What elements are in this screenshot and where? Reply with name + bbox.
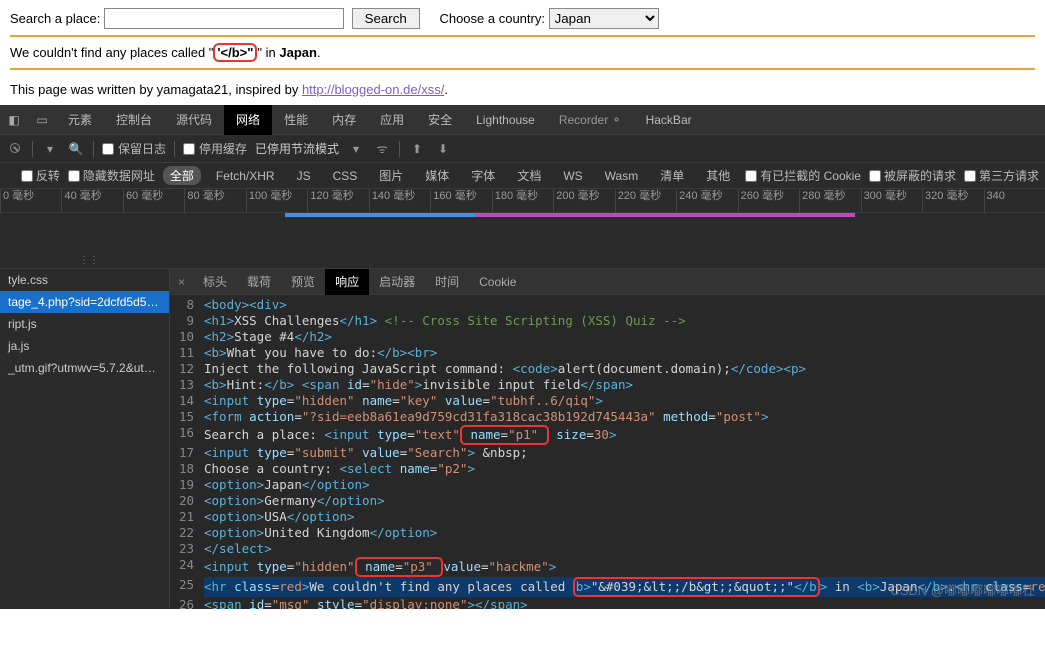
filter-invert[interactable]: 反转 bbox=[21, 167, 60, 184]
response-tab-1[interactable]: 载荷 bbox=[237, 269, 281, 295]
devtools-tab-4[interactable]: 性能 bbox=[272, 105, 320, 135]
timeline-tick: 220 毫秒 bbox=[615, 189, 676, 212]
response-tab-4[interactable]: 启动器 bbox=[369, 269, 425, 295]
filter-type-5[interactable]: 字体 bbox=[464, 166, 502, 185]
response-tab-2[interactable]: 预览 bbox=[281, 269, 325, 295]
devtools-tab-8[interactable]: Lighthouse bbox=[464, 105, 547, 135]
search-label: Search a place: bbox=[10, 11, 100, 26]
close-icon[interactable]: × bbox=[170, 275, 193, 289]
devtools-tab-9[interactable]: Recorder ⚬ bbox=[547, 105, 634, 135]
devtools-tab-3[interactable]: 网络 bbox=[224, 105, 272, 135]
filter-type-7[interactable]: WS bbox=[556, 168, 589, 184]
timeline-tick: 320 毫秒 bbox=[922, 189, 983, 212]
devtools-tab-2[interactable]: 源代码 bbox=[164, 105, 224, 135]
result-message: We couldn't find any places called "'</b… bbox=[10, 45, 1035, 60]
response-tab-3[interactable]: 响应 bbox=[325, 269, 369, 295]
filter-type-9[interactable]: 清单 bbox=[653, 166, 691, 185]
devtools-panel: ◧ ▭ 元素控制台源代码网络性能内存应用安全LighthouseRecorder… bbox=[0, 105, 1045, 609]
inspect-icon[interactable]: ◧ bbox=[0, 113, 28, 127]
filter-type-3[interactable]: 图片 bbox=[372, 166, 410, 185]
divider bbox=[10, 68, 1035, 70]
chevron-down-icon[interactable]: ▾ bbox=[347, 142, 365, 156]
device-icon[interactable]: ▭ bbox=[28, 113, 56, 127]
timeline-tick: 0 毫秒 bbox=[0, 189, 61, 212]
network-request[interactable]: tage_4.php?sid=2dcfd5d5e8... bbox=[0, 291, 169, 313]
timeline-tick: 40 毫秒 bbox=[61, 189, 122, 212]
download-icon[interactable]: ⬇ bbox=[434, 142, 452, 156]
filter-type-6[interactable]: 文档 bbox=[510, 166, 548, 185]
preserve-log-checkbox[interactable]: 保留日志 bbox=[102, 140, 166, 157]
filter-type-10[interactable]: 其他 bbox=[699, 166, 737, 185]
footer-link[interactable]: http://blogged-on.de/xss/ bbox=[302, 82, 444, 97]
timeline-tick: 180 毫秒 bbox=[492, 189, 553, 212]
filter-all[interactable]: 全部 bbox=[163, 166, 201, 185]
wifi-icon[interactable]: ᯤ bbox=[373, 140, 391, 157]
devtools-tab-10[interactable]: HackBar bbox=[634, 105, 704, 135]
footer: This page was written by yamagata21, ins… bbox=[10, 82, 1035, 97]
watermark: CSDN @嘟嘟嘟嘟嘟嘟杜 bbox=[890, 580, 1035, 599]
highlighted-injection: '</b>" bbox=[213, 43, 257, 62]
search-button[interactable]: Search bbox=[352, 8, 420, 29]
timeline-tick: 340 bbox=[984, 189, 1045, 212]
upload-icon[interactable]: ⬆ bbox=[408, 142, 426, 156]
divider bbox=[10, 35, 1035, 37]
network-request[interactable]: _utm.gif?utmwv=5.7.2&utms... bbox=[0, 357, 169, 379]
disable-cache-checkbox[interactable]: 停用缓存 bbox=[183, 140, 247, 157]
devtools-tab-7[interactable]: 安全 bbox=[416, 105, 464, 135]
choose-label: Choose a country: bbox=[439, 11, 545, 26]
filter-icon[interactable]: ▾ bbox=[41, 142, 59, 156]
filter-hide-data[interactable]: 隐藏数据网址 bbox=[68, 167, 155, 184]
timeline-tick: 160 毫秒 bbox=[430, 189, 491, 212]
timeline-tick: 260 毫秒 bbox=[738, 189, 799, 212]
filter-type-1[interactable]: JS bbox=[290, 168, 318, 184]
response-tab-0[interactable]: 标头 bbox=[193, 269, 237, 295]
devtools-tab-6[interactable]: 应用 bbox=[368, 105, 416, 135]
timeline-tick: 240 毫秒 bbox=[676, 189, 737, 212]
network-request[interactable]: ript.js bbox=[0, 313, 169, 335]
country-select[interactable]: Japan bbox=[549, 8, 659, 29]
timeline-tick: 120 毫秒 bbox=[307, 189, 368, 212]
stop-record-icon[interactable] bbox=[6, 142, 24, 156]
filter-third-party[interactable]: 第三方请求 bbox=[964, 167, 1039, 184]
timeline-tick: 300 毫秒 bbox=[861, 189, 922, 212]
response-tab-6[interactable]: Cookie bbox=[469, 269, 526, 295]
resize-handle-icon[interactable]: ⋮⋮ bbox=[79, 255, 99, 266]
response-source: 8<body><div>9<h1>XSS Challenges</h1> <!-… bbox=[170, 295, 1045, 609]
filter-type-8[interactable]: Wasm bbox=[598, 168, 646, 184]
devtools-tab-1[interactable]: 控制台 bbox=[104, 105, 164, 135]
timeline-tick: 80 毫秒 bbox=[184, 189, 245, 212]
filter-type-0[interactable]: Fetch/XHR bbox=[209, 168, 282, 184]
search-input[interactable] bbox=[104, 8, 344, 29]
timeline-tick: 140 毫秒 bbox=[369, 189, 430, 212]
timeline-tick: 200 毫秒 bbox=[553, 189, 614, 212]
network-request[interactable]: ja.js bbox=[0, 335, 169, 357]
timeline-tick: 100 毫秒 bbox=[246, 189, 307, 212]
filter-type-4[interactable]: 媒体 bbox=[418, 166, 456, 185]
timeline-tick: 280 毫秒 bbox=[799, 189, 860, 212]
filter-type-2[interactable]: CSS bbox=[326, 168, 365, 184]
filter-blocked-req[interactable]: 被屏蔽的请求 bbox=[869, 167, 956, 184]
search-icon[interactable]: 🔍 bbox=[67, 142, 85, 156]
response-tab-5[interactable]: 时间 bbox=[425, 269, 469, 295]
devtools-tab-5[interactable]: 内存 bbox=[320, 105, 368, 135]
throttle-dropdown[interactable]: 已停用节流模式 bbox=[255, 140, 339, 157]
network-request[interactable]: tyle.css bbox=[0, 269, 169, 291]
network-file-list: tyle.csstage_4.php?sid=2dcfd5d5e8...ript… bbox=[0, 269, 170, 609]
devtools-tab-0[interactable]: 元素 bbox=[56, 105, 104, 135]
timeline-tick: 60 毫秒 bbox=[123, 189, 184, 212]
filter-blocked-cookie[interactable]: 有已拦截的 Cookie bbox=[745, 167, 861, 184]
